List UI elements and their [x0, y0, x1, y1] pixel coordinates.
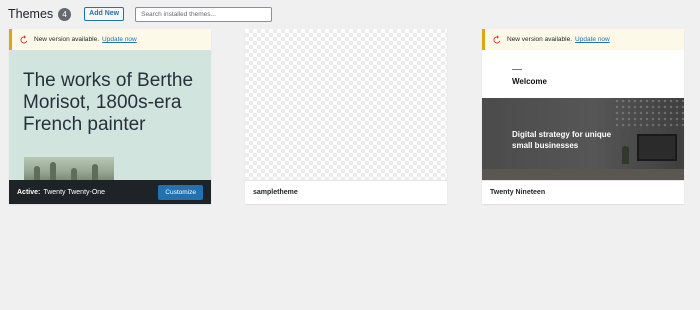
update-notice: New version available. Update now [9, 29, 211, 50]
theme-footer: sampletheme [245, 180, 447, 204]
theme-card-sampletheme[interactable]: sampletheme [245, 29, 447, 204]
preview-headline: The works of Berthe Morisot, 1800s-era F… [23, 70, 194, 135]
preview-wall-calendar [614, 98, 684, 130]
preview-desk [482, 169, 684, 180]
update-icon [493, 34, 501, 43]
theme-card-twenty-nineteen[interactable]: Welcome Digital strategy for unique smal… [482, 29, 684, 204]
page-header: Themes 4 Add New [8, 6, 692, 22]
theme-name: Twenty Nineteen [490, 189, 546, 196]
theme-footer: Twenty Nineteen [482, 180, 684, 204]
customize-button[interactable]: Customize [158, 184, 203, 200]
theme-footer: Active: Twenty Twenty-One Customize [9, 180, 211, 204]
search-input[interactable] [135, 6, 273, 22]
update-notice-text: New version available. [34, 36, 100, 43]
preview-plant [622, 146, 629, 164]
theme-screenshot[interactable]: Welcome Digital strategy for unique smal… [482, 29, 684, 180]
preview-hero-text: Digital strategy for unique small busine… [512, 130, 612, 150]
theme-name: Twenty Twenty-One [43, 188, 106, 196]
theme-count-badge: 4 [58, 7, 72, 21]
update-now-link[interactable]: Update now [575, 36, 610, 43]
update-notice: New version available. Update now [482, 29, 684, 50]
theme-name: sampletheme [253, 189, 298, 196]
update-icon [20, 34, 28, 43]
theme-screenshot[interactable] [245, 29, 447, 180]
active-label: Active: [17, 188, 41, 196]
update-now-link[interactable]: Update now [102, 36, 137, 43]
preview-hero-image: Digital strategy for unique small busine… [482, 98, 684, 180]
preview-divider [512, 69, 522, 70]
add-new-button[interactable]: Add New [84, 7, 125, 21]
theme-card-twenty-twenty-one[interactable]: The works of Berthe Morisot, 1800s-era F… [9, 29, 211, 204]
preview-painting-image [24, 157, 114, 180]
update-notice-text: New version available. [507, 36, 573, 43]
page-title: Themes [8, 7, 54, 21]
preview-heading: Welcome [512, 77, 547, 86]
theme-screenshot[interactable]: The works of Berthe Morisot, 1800s-era F… [9, 29, 211, 180]
preview-monitor [637, 134, 677, 161]
